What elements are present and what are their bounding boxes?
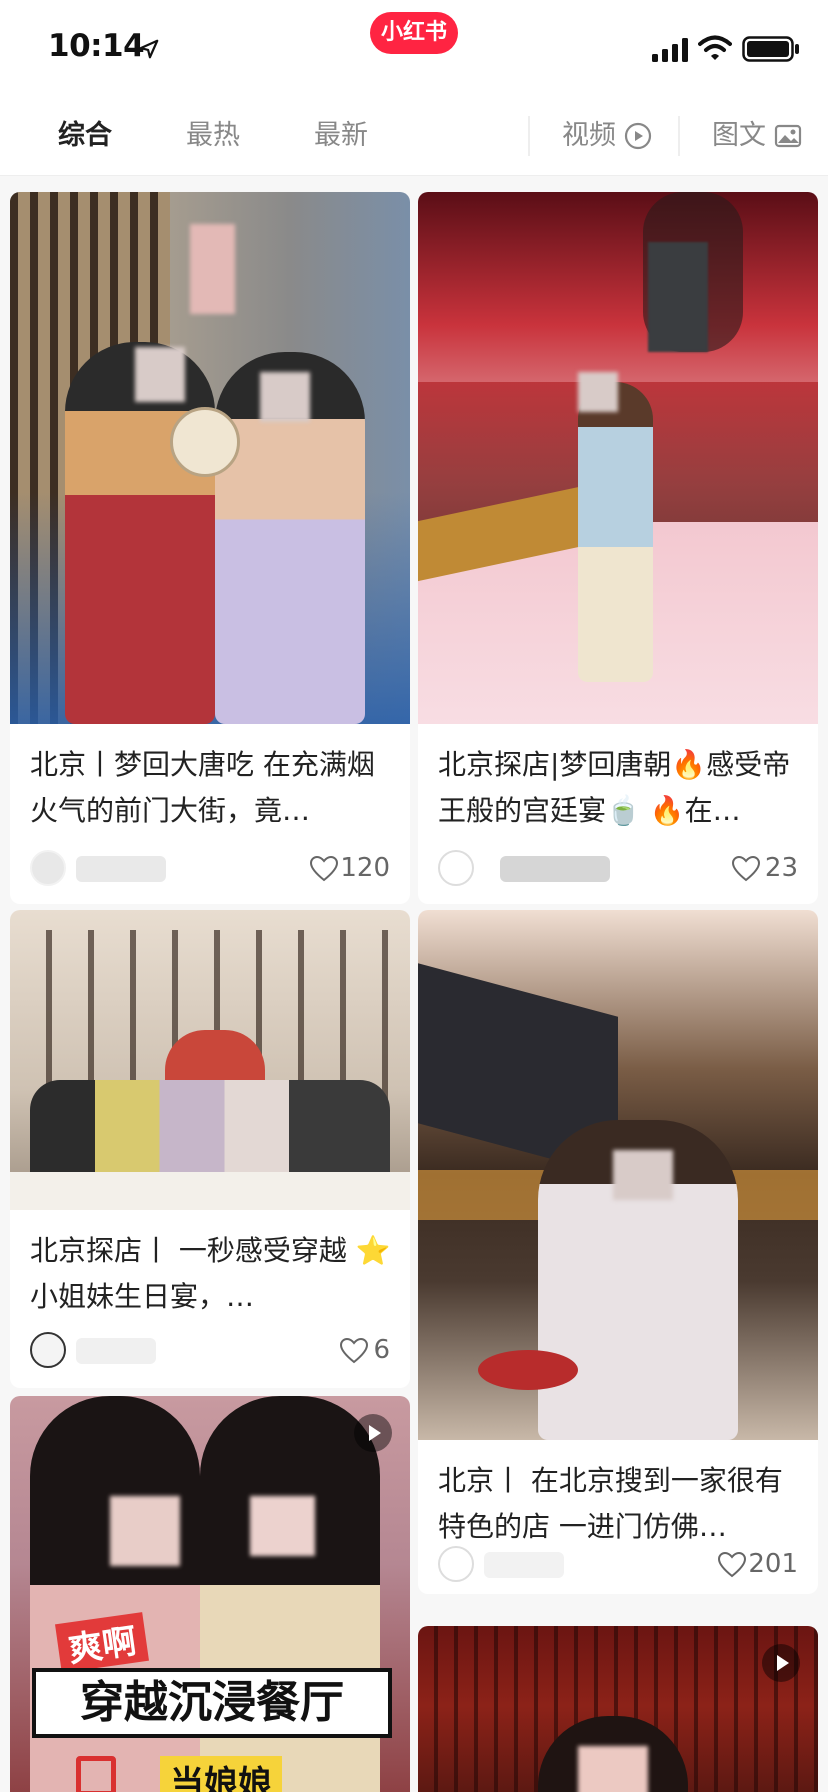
like-count: 201 [748,1549,798,1579]
play-circle-icon [624,122,652,150]
status-time: 10:14 [48,28,145,64]
tab-video[interactable]: 视频 [562,96,616,176]
image-icon [774,124,802,148]
note-cover-image [10,910,410,1210]
tab-video-label: 视频 [562,120,616,151]
author-name[interactable] [76,856,166,882]
heart-icon[interactable] [718,1552,746,1578]
tab-newest[interactable]: 最新 [314,96,368,176]
author-avatar[interactable] [30,850,66,886]
author-name[interactable] [484,1552,564,1578]
note-cover-image: 爽啊 穿越沉浸餐厅 当娘娘 [10,1396,410,1792]
status-bar: 10:14 小红书 [0,0,828,96]
note-footer: 201 [438,1544,798,1584]
filter-tabs-bar: 综合 最热 最新 视频 图文 [0,96,828,176]
signal-icon [652,38,688,62]
heart-icon[interactable] [732,856,760,882]
note-card[interactable]: 北京丨梦回大唐吃 在充满烟火气的前门大街，竟… 120 [10,192,410,904]
heart-icon[interactable] [310,856,338,882]
note-card[interactable]: 北京探店|梦回唐朝🔥感受帝王般的宫廷宴🍵 🔥在… 23 [418,192,818,904]
note-title: 北京探店丨 一秒感受穿越 ⭐小姐妹生日宴，… [30,1234,391,1313]
note-footer: 23 [438,848,798,888]
tab-image-text[interactable]: 图文 [712,96,766,176]
author-name[interactable] [76,1338,156,1364]
location-arrow-icon [139,39,159,59]
note-cover-image [418,910,818,1440]
note-feed[interactable]: 北京丨梦回大唐吃 在充满烟火气的前门大街，竟… 120 北京探店|梦回唐朝🔥感受… [0,176,828,1792]
tab-comprehensive[interactable]: 综合 [58,96,112,176]
tab-divider [528,116,530,156]
note-card[interactable]: 北京探店丨 一秒感受穿越 ⭐小姐妹生日宴，… 6 [10,910,410,1388]
note-footer: 120 [30,848,390,888]
author-avatar[interactable] [30,1332,66,1368]
heart-icon[interactable] [340,1338,368,1364]
note-cover-image [10,192,410,724]
tab-hottest[interactable]: 最热 [186,96,240,176]
note-title: 北京探店|梦回唐朝🔥感受帝王般的宫廷宴🍵 🔥在… [438,748,791,827]
cover-overlay-text: 穿越沉浸餐厅 [32,1668,392,1738]
like-count: 23 [764,853,798,883]
tab-divider [678,116,680,156]
note-title: 北京丨梦回大唐吃 在充满烟火气的前门大街，竟… [30,748,375,827]
video-badge [762,1644,800,1682]
note-title: 北京丨 在北京搜到一家很有特色的店 一进门仿佛… [438,1464,783,1543]
play-icon [369,1425,381,1441]
play-icon [777,1655,789,1671]
like-count: 120 [340,853,390,883]
author-avatar[interactable] [438,1546,474,1582]
note-cover-image [418,1626,818,1792]
cover-overlay-text: 当娘娘 [160,1756,282,1792]
author-name[interactable] [500,856,610,882]
app-logo: 小红书 [370,12,458,54]
note-card[interactable]: 爽啊 穿越沉浸餐厅 当娘娘 [10,1396,410,1792]
note-cover-image [418,192,818,724]
note-footer: 6 [30,1330,390,1370]
like-count: 6 [373,1335,390,1365]
author-avatar[interactable] [438,850,474,886]
note-card[interactable] [418,1626,818,1792]
note-card[interactable]: 北京丨 在北京搜到一家很有特色的店 一进门仿佛… 201 [418,910,818,1594]
video-badge [354,1414,392,1452]
wifi-icon [698,35,732,60]
battery-icon [742,36,799,62]
tab-image-text-label: 图文 [712,120,766,151]
